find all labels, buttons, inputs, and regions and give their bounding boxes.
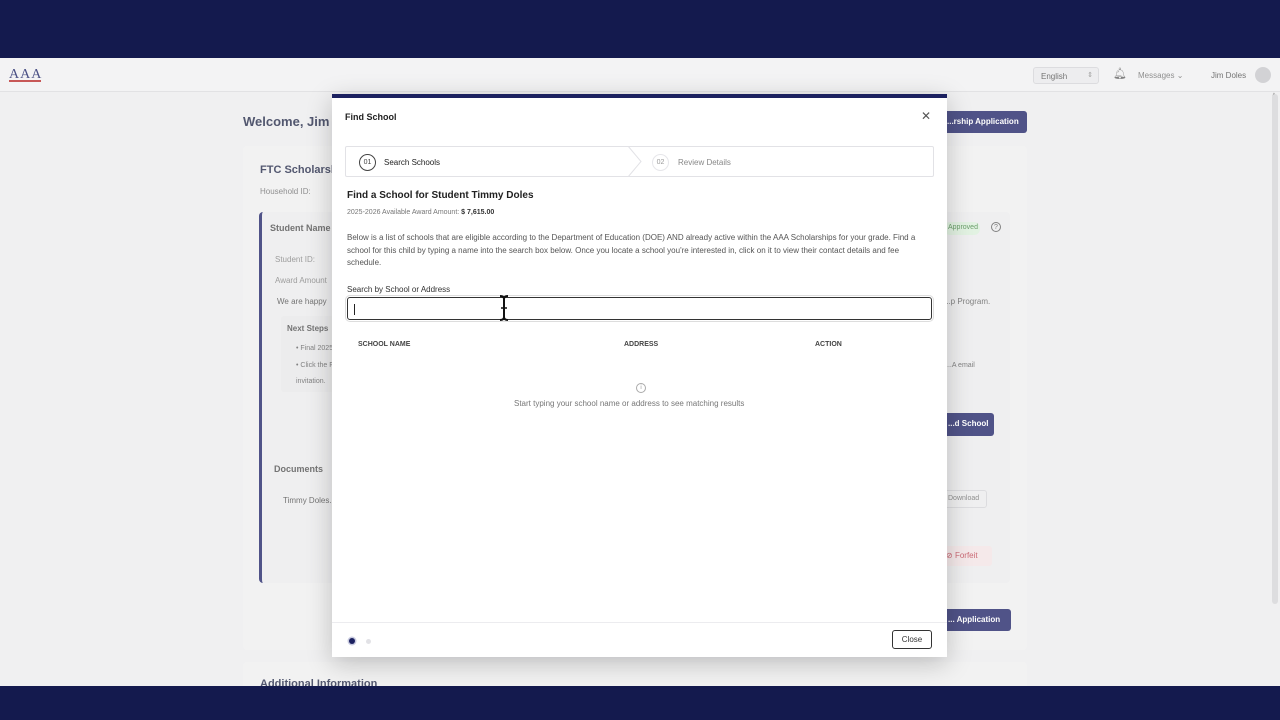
step-2-label: Review Details (678, 158, 731, 167)
step-2-number: 02 (652, 154, 669, 171)
search-label: Search by School or Address (347, 285, 451, 294)
instructions-text: Below is a list of schools that are elig… (347, 233, 916, 267)
find-school-modal: Find School ✕ 01 Search Schools 02 Revie… (332, 94, 947, 657)
find-school-heading: Find a School for Student Timmy Doles (347, 190, 534, 201)
step-dot-inactive (366, 639, 371, 644)
close-button[interactable]: Close (892, 630, 932, 649)
ibeam-cursor-icon (499, 295, 509, 321)
column-header-address: ADDRESS (624, 341, 659, 348)
school-search-input[interactable] (345, 295, 934, 322)
column-header-school-name: SCHOOL NAME (358, 341, 411, 348)
step-1-number: 01 (359, 154, 376, 171)
step-separator-chevron-icon (627, 146, 642, 177)
award-value: $ 7,615.00 (461, 209, 495, 216)
step-1-label: Search Schools (384, 158, 441, 167)
step-indicator: 01 Search Schools 02 Review Details (345, 146, 934, 177)
empty-results-message: Start typing your school name or address… (514, 399, 745, 408)
modal-footer-divider (332, 622, 947, 623)
top-letterbox-band (0, 0, 1280, 58)
step-dot-active (349, 638, 355, 644)
available-award: 2025-2026 Available Award Amount: $ 7,61… (347, 209, 494, 216)
text-caret (354, 304, 355, 315)
close-icon[interactable]: ✕ (921, 109, 931, 123)
bottom-letterbox-band (0, 686, 1280, 720)
column-header-action: ACTION (815, 341, 842, 348)
modal-title: Find School (345, 112, 397, 122)
award-label: 2025-2026 Available Award Amount: (347, 209, 460, 216)
info-icon: i (636, 383, 646, 393)
